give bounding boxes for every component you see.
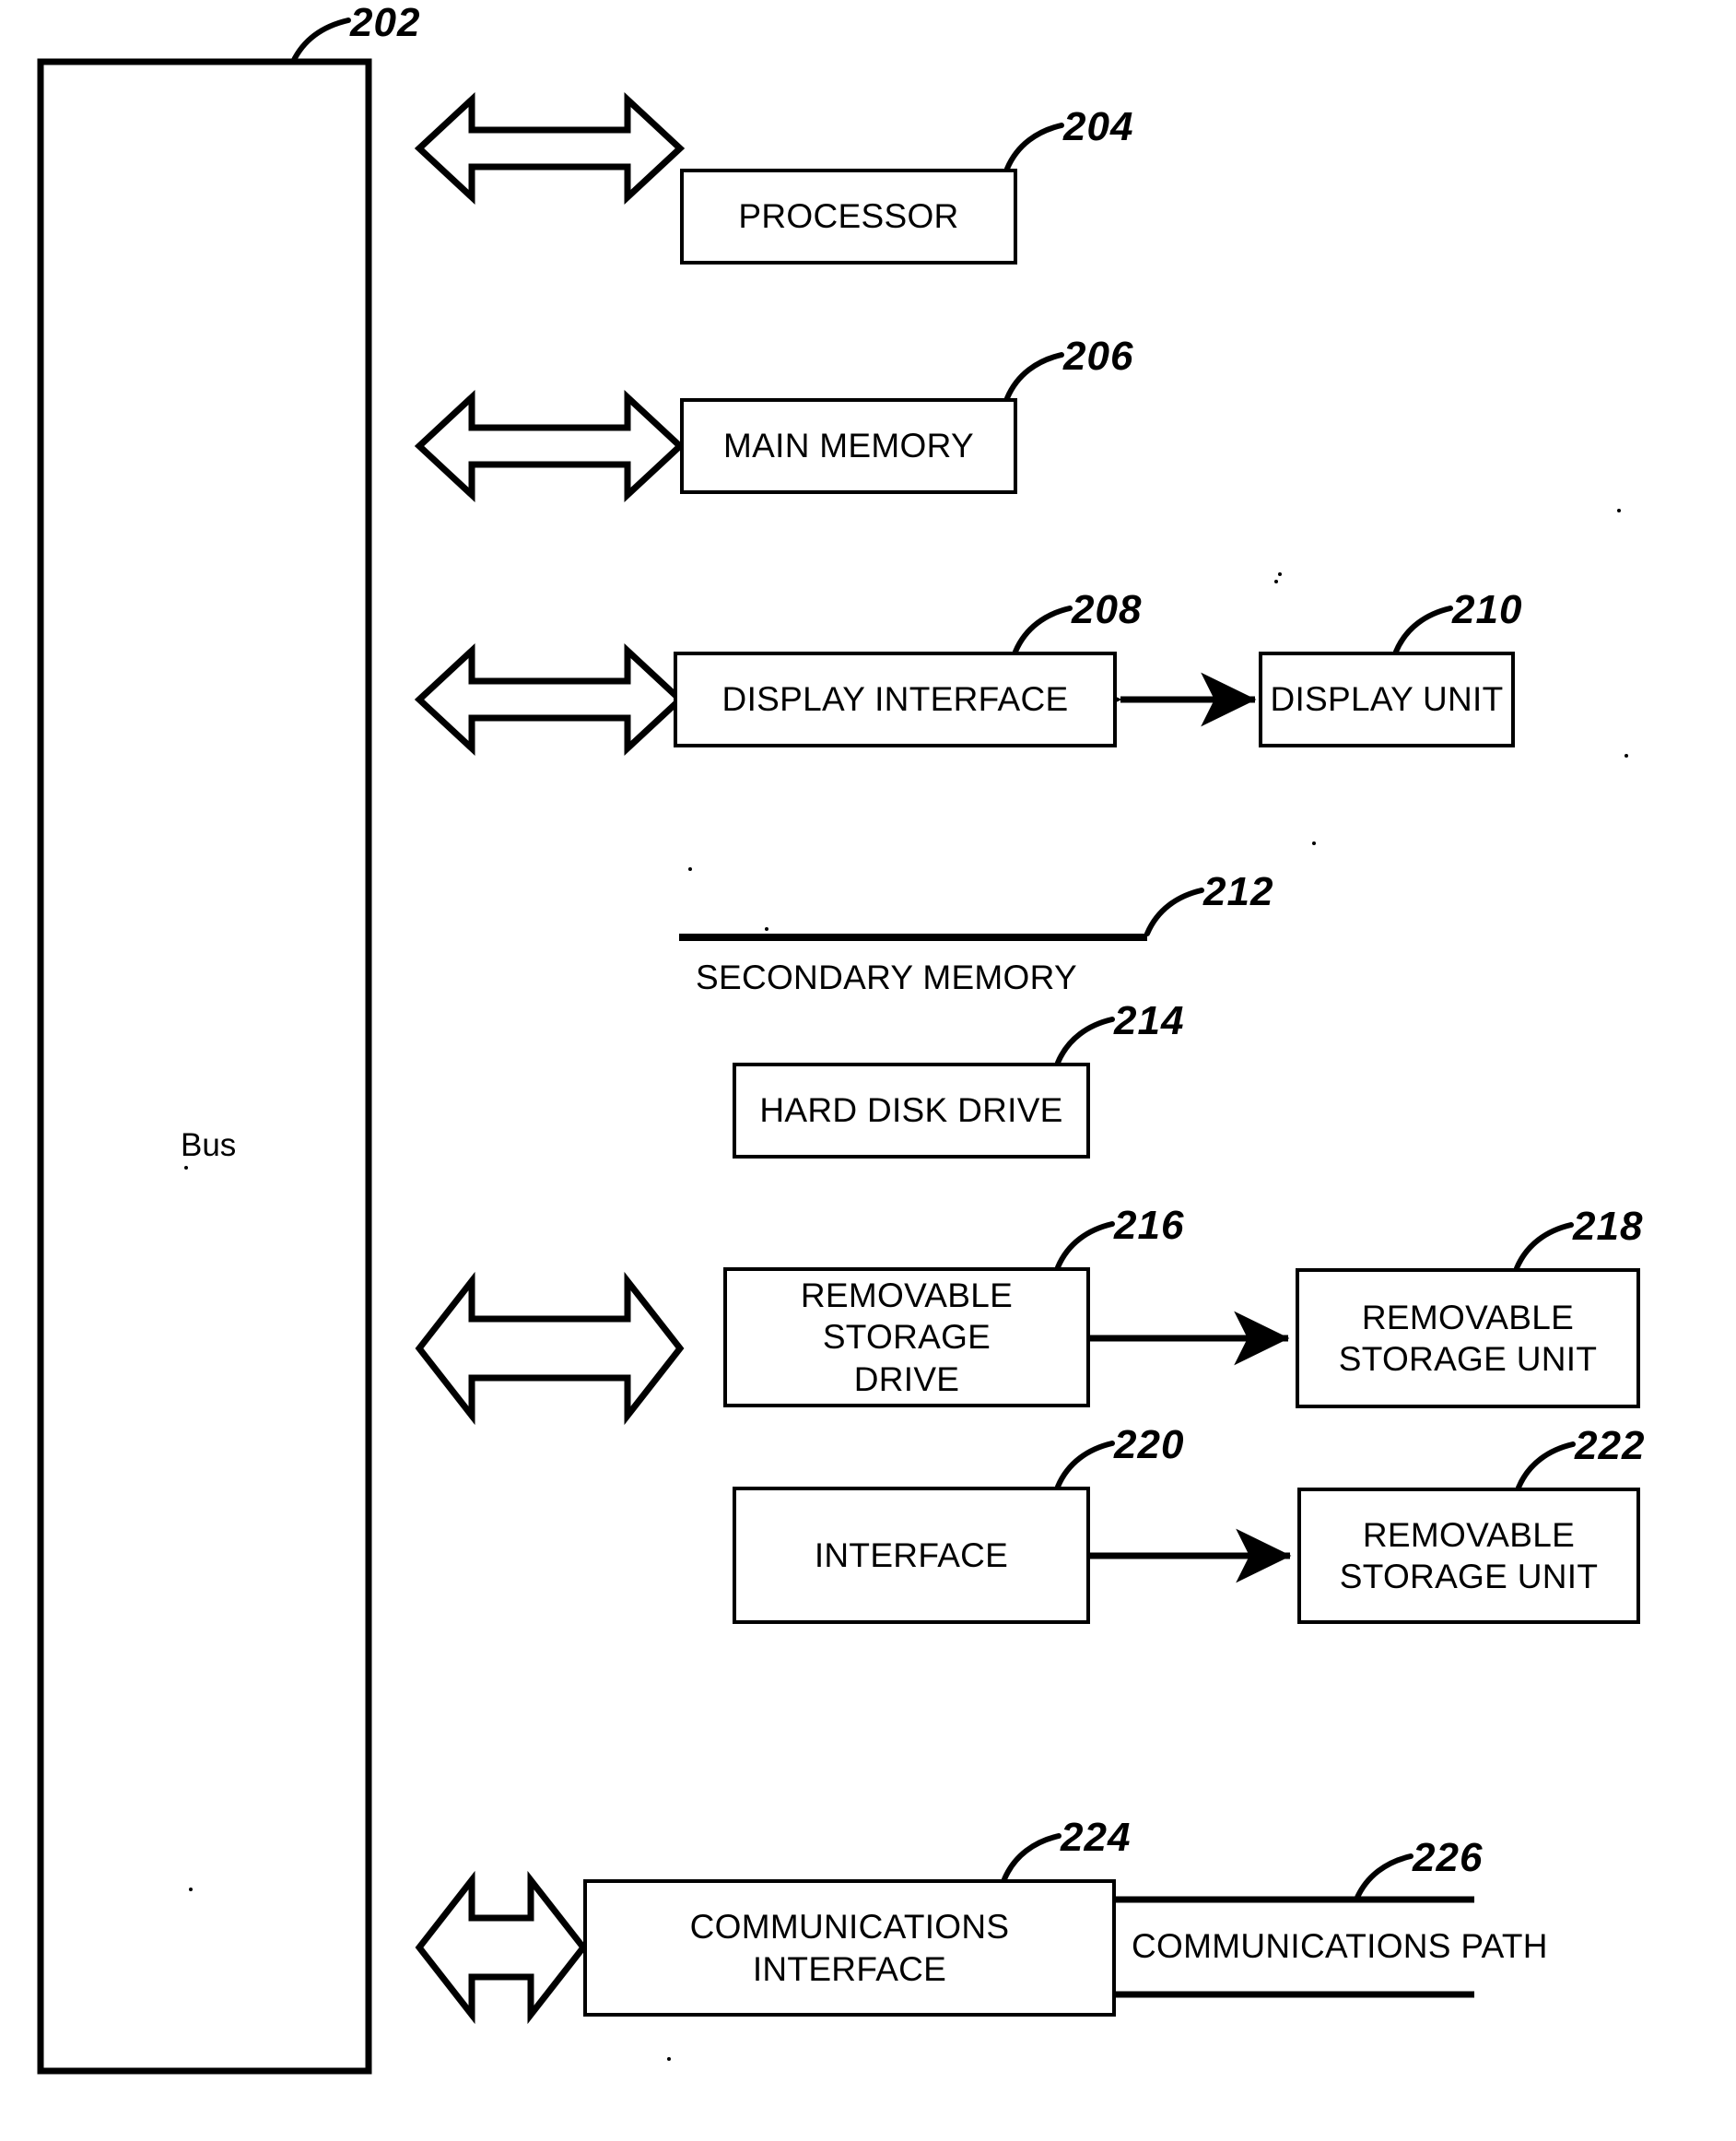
ref-number-204: 204 — [1063, 104, 1134, 149]
ref-number-218: 218 — [1573, 1204, 1644, 1249]
block-removable-storage-unit-222-label-line2: STORAGE UNIT — [1339, 1558, 1599, 1595]
block-main-memory[interactable]: MAIN MEMORY — [680, 398, 1017, 494]
block-secondary-memory-label: SECONDARY MEMORY — [696, 959, 1077, 996]
block-removable-storage-unit-222[interactable]: REMOVABLE STORAGE UNIT — [1297, 1488, 1640, 1624]
communications-path-label: COMMUNICATIONS PATH — [1132, 1927, 1548, 1965]
lead-line-216 — [1055, 1221, 1115, 1270]
lead-line-210 — [1393, 606, 1453, 654]
block-arrow-display-interface — [414, 642, 686, 757]
block-arrow-secondary-memory — [415, 1271, 685, 1426]
lead-line-202 — [290, 18, 351, 65]
ref-number-202: 202 — [350, 0, 421, 45]
scan-speck — [189, 1888, 193, 1891]
block-arrow-main-memory — [414, 389, 686, 503]
block-display-interface[interactable]: DISPLAY INTERFACE — [674, 652, 1117, 747]
block-removable-storage-drive[interactable]: REMOVABLE STORAGE DRIVE — [723, 1267, 1090, 1407]
lead-line-206 — [1004, 352, 1064, 401]
lead-line-220 — [1055, 1441, 1115, 1489]
lead-line-224 — [1002, 1833, 1062, 1882]
block-removable-storage-unit-218-label-line2: STORAGE UNIT — [1338, 1340, 1598, 1378]
block-processor[interactable]: PROCESSOR — [680, 169, 1017, 265]
ref-number-208: 208 — [1072, 587, 1143, 632]
block-hard-disk-drive[interactable]: HARD DISK DRIVE — [733, 1063, 1090, 1159]
lead-line-212 — [1144, 888, 1204, 936]
block-secondary-memory[interactable] — [679, 934, 1147, 941]
scan-speck — [1312, 841, 1316, 845]
block-display-unit[interactable]: DISPLAY UNIT — [1259, 652, 1515, 747]
block-removable-storage-drive-label-line2: DRIVE — [853, 1359, 960, 1398]
block-processor-label: PROCESSOR — [738, 197, 959, 236]
bus-block-arrows — [414, 91, 686, 2025]
lead-line-214 — [1055, 1017, 1115, 1065]
ref-number-210: 210 — [1452, 587, 1523, 632]
block-removable-storage-unit-218-label-line1: REMOVABLE — [1361, 1298, 1575, 1336]
block-display-unit-label: DISPLAY UNIT — [1270, 680, 1504, 719]
block-communications-interface-label-line1: COMMUNICATIONS — [689, 1908, 1010, 1947]
scan-speck — [765, 927, 768, 931]
lead-line-208 — [1013, 606, 1073, 654]
block-arrow-communications-interface — [415, 1870, 588, 2025]
scan-speck — [688, 867, 692, 871]
scan-speck — [1617, 509, 1621, 512]
ref-number-206: 206 — [1063, 334, 1134, 379]
block-interface[interactable]: INTERFACE — [733, 1487, 1090, 1624]
block-display-interface-label: DISPLAY INTERFACE — [721, 680, 1069, 719]
bus-rectangle — [37, 58, 372, 2075]
scan-speck — [1274, 580, 1278, 583]
lead-line-222 — [1516, 1441, 1576, 1490]
patent-figure: Bus 202 PROCESSOR 204 MAIN MEMORY 206 DI… — [0, 0, 1736, 2141]
scan-speck — [1625, 754, 1628, 758]
block-arrow-processor — [414, 91, 686, 206]
lead-line-226 — [1354, 1853, 1413, 1902]
block-removable-storage-unit-218[interactable]: REMOVABLE STORAGE UNIT — [1296, 1268, 1640, 1408]
block-communications-interface[interactable]: COMMUNICATIONS INTERFACE — [583, 1879, 1116, 2017]
ref-number-212: 212 — [1203, 869, 1274, 914]
scan-speck — [667, 2057, 671, 2061]
block-interface-label: INTERFACE — [814, 1535, 1009, 1574]
ref-number-216: 216 — [1114, 1203, 1185, 1248]
lead-line-218 — [1514, 1222, 1574, 1271]
scan-speck — [184, 1166, 188, 1170]
scan-speck — [1278, 572, 1282, 576]
ref-number-214: 214 — [1114, 998, 1185, 1043]
block-removable-storage-drive-label-line1: REMOVABLE STORAGE — [800, 1276, 1014, 1357]
ref-number-222: 222 — [1575, 1423, 1646, 1468]
ref-number-220: 220 — [1114, 1422, 1185, 1467]
ref-number-224: 224 — [1061, 1815, 1132, 1860]
block-main-memory-label: MAIN MEMORY — [723, 427, 974, 465]
lead-line-204 — [1004, 123, 1064, 171]
block-removable-storage-unit-222-label-line1: REMOVABLE — [1362, 1515, 1576, 1554]
bus-label: Bus — [181, 1127, 237, 1163]
ref-number-226: 226 — [1413, 1835, 1484, 1880]
block-communications-interface-label-line2: INTERFACE — [752, 1949, 947, 1988]
block-hard-disk-drive-label: HARD DISK DRIVE — [759, 1091, 1063, 1130]
